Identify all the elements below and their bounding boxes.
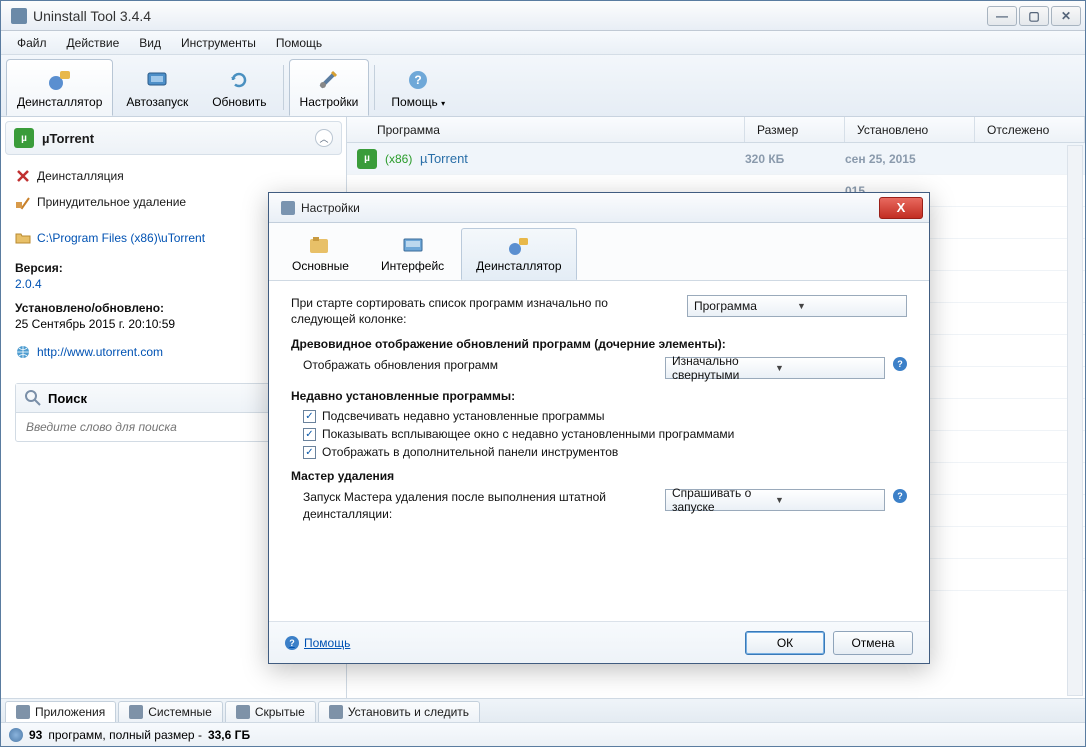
collapse-button[interactable]: ︿ [315, 129, 333, 147]
window-title: Uninstall Tool 3.4.4 [33, 8, 987, 24]
tab-install-track[interactable]: Установить и следить [318, 701, 480, 722]
uninstaller-tab-icon [506, 235, 532, 257]
hidden-icon [236, 705, 250, 719]
tool-autorun[interactable]: Автозапуск [115, 59, 199, 116]
force-remove-icon [15, 194, 31, 210]
help-bubble-icon[interactable]: ? [893, 357, 907, 371]
help-icon: ? [404, 67, 432, 93]
utorrent-icon: µ [14, 128, 34, 148]
col-program[interactable]: Программа [347, 117, 745, 142]
utorrent-icon: µ [357, 149, 377, 169]
dlg-tab-interface[interactable]: Интерфейс [366, 228, 459, 280]
wizard-section-header: Мастер удаления [291, 469, 907, 483]
column-headers: Программа Размер Установлено Отслежено [347, 117, 1085, 143]
check-extra-toolbar[interactable]: ✓Отображать в дополнительной панели инст… [291, 445, 907, 459]
action-uninstall[interactable]: Деинсталляция [15, 163, 332, 189]
refresh-icon [225, 67, 253, 93]
tree-section-header: Древовидное отображение обновлений прогр… [291, 337, 907, 351]
system-icon [129, 705, 143, 719]
cancel-button[interactable]: Отмена [833, 631, 913, 655]
dialog-tabs: Основные Интерфейс Деинсталлятор [269, 223, 929, 281]
toolbar: Деинсталлятор Автозапуск Обновить Настро… [1, 55, 1085, 117]
general-icon [307, 235, 333, 257]
ok-button[interactable]: ОК [745, 631, 825, 655]
col-installed[interactable]: Установлено [845, 117, 975, 142]
menubar: Файл Действие Вид Инструменты Помощь [1, 31, 1085, 55]
dropdown-arrow-icon: ▼ [775, 363, 878, 373]
vertical-scrollbar[interactable] [1067, 145, 1083, 696]
check-highlight-recent[interactable]: ✓Подсвечивать недавно установленные прог… [291, 409, 907, 423]
recent-section-header: Недавно установленные программы: [291, 389, 907, 403]
dialog-icon [281, 201, 295, 215]
checkbox-icon: ✓ [303, 410, 316, 423]
table-row[interactable]: µ(x86) µTorrent320 КБсен 25, 2015 [347, 143, 1085, 175]
menu-file[interactable]: Файл [9, 33, 55, 53]
status-icon [9, 728, 23, 742]
minimize-button[interactable]: — [987, 6, 1017, 26]
tree-combobox[interactable]: Изначально свернутыми▼ [665, 357, 885, 379]
toolbar-separator [283, 65, 284, 110]
tool-help[interactable]: ? Помощь ▾ [380, 59, 456, 116]
dialog-help-link[interactable]: ? Помощь [285, 636, 737, 650]
status-count: 93 [29, 728, 42, 742]
dialog-footer: ? Помощь ОК Отмена [269, 621, 929, 663]
checkbox-icon: ✓ [303, 446, 316, 459]
dialog-title: Настройки [301, 201, 879, 215]
autorun-icon [143, 67, 171, 93]
menu-tools[interactable]: Инструменты [173, 33, 264, 53]
settings-icon [315, 67, 343, 93]
dialog-close-button[interactable]: X [879, 197, 923, 219]
sidebar-header: µ µTorrent ︿ [5, 121, 342, 155]
search-icon [24, 389, 42, 407]
close-button[interactable]: ✕ [1051, 6, 1081, 26]
tab-system[interactable]: Системные [118, 701, 223, 722]
dropdown-arrow-icon: ▼ [775, 495, 878, 505]
tool-refresh[interactable]: Обновить [201, 59, 277, 116]
dropdown-arrow-icon: ▾ [441, 99, 445, 108]
check-popup-recent[interactable]: ✓Показывать всплывающее окно с недавно у… [291, 427, 907, 441]
selected-app-title: µTorrent [42, 131, 315, 146]
wizard-label: Запуск Мастера удаления после выполнения… [291, 489, 665, 521]
sort-combobox[interactable]: Программа▼ [687, 295, 907, 317]
dialog-body: При старте сортировать список программ и… [269, 281, 929, 621]
help-bubble-icon[interactable]: ? [893, 489, 907, 503]
tool-uninstaller[interactable]: Деинсталлятор [6, 59, 113, 116]
toolbar-separator [374, 65, 375, 110]
uninstall-icon [15, 168, 31, 184]
col-size[interactable]: Размер [745, 117, 845, 142]
bottom-tabs: Приложения Системные Скрытые Установить … [1, 698, 1085, 722]
maximize-button[interactable]: ▢ [1019, 6, 1049, 26]
titlebar: Uninstall Tool 3.4.4 — ▢ ✕ [1, 1, 1085, 31]
track-icon [329, 705, 343, 719]
dlg-tab-uninstaller[interactable]: Деинсталлятор [461, 228, 576, 280]
tool-settings[interactable]: Настройки [289, 59, 370, 116]
dlg-tab-general[interactable]: Основные [277, 228, 364, 280]
menu-action[interactable]: Действие [59, 33, 128, 53]
tab-hidden[interactable]: Скрытые [225, 701, 316, 722]
settings-dialog: Настройки X Основные Интерфейс Деинсталл… [268, 192, 930, 664]
status-size: 33,6 ГБ [208, 728, 250, 742]
uninstaller-icon [46, 67, 74, 93]
help-icon: ? [285, 636, 299, 650]
search-label: Поиск [48, 391, 87, 406]
tree-label: Отображать обновления программ [291, 357, 665, 373]
status-text: программ, полный размер - [48, 728, 202, 742]
folder-icon [15, 230, 31, 246]
apps-icon [16, 705, 30, 719]
dialog-titlebar: Настройки X [269, 193, 929, 223]
checkbox-icon: ✓ [303, 428, 316, 441]
col-tracked[interactable]: Отслежено [975, 117, 1085, 142]
sort-label: При старте сортировать список программ и… [291, 295, 687, 327]
menu-help[interactable]: Помощь [268, 33, 330, 53]
globe-icon [15, 344, 31, 360]
app-icon [11, 8, 27, 24]
dropdown-arrow-icon: ▼ [797, 301, 900, 311]
interface-icon [400, 235, 426, 257]
status-bar: 93 программ, полный размер - 33,6 ГБ [1, 722, 1085, 746]
menu-view[interactable]: Вид [131, 33, 169, 53]
svg-text:?: ? [415, 73, 422, 87]
tab-applications[interactable]: Приложения [5, 701, 116, 722]
wizard-combobox[interactable]: Спрашивать о запуске▼ [665, 489, 885, 511]
